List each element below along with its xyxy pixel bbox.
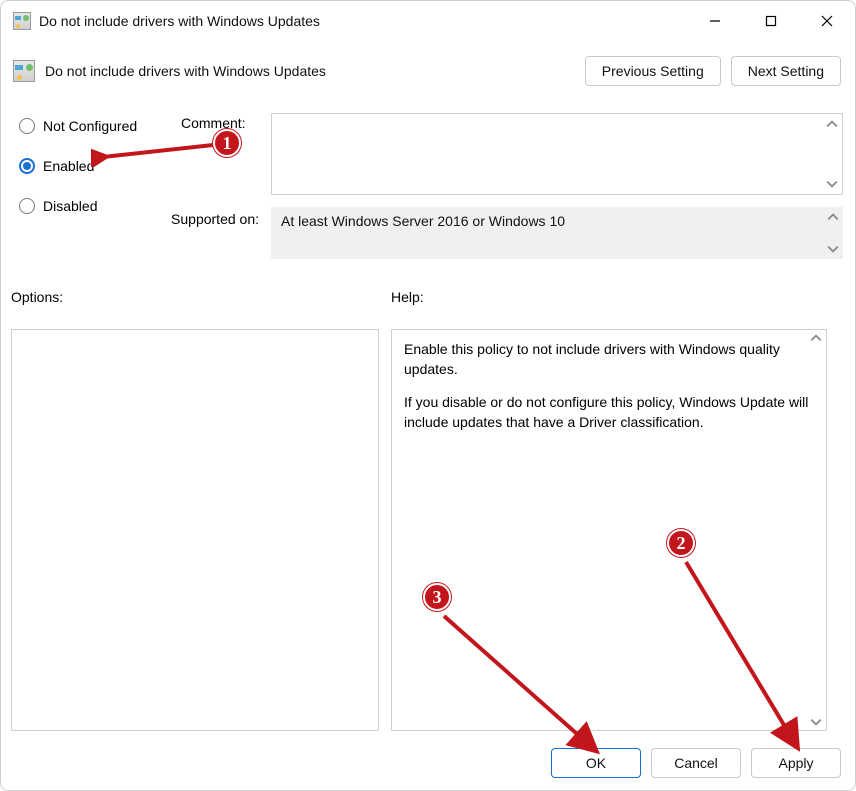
- ok-button[interactable]: OK: [551, 748, 641, 778]
- radio-label-disabled: Disabled: [43, 198, 97, 214]
- policy-dialog-window: Do not include drivers with Windows Upda…: [0, 0, 856, 791]
- header-row: Do not include drivers with Windows Upda…: [13, 51, 841, 91]
- next-setting-button[interactable]: Next Setting: [731, 56, 841, 86]
- minimize-icon: [709, 15, 721, 27]
- window-icon: [13, 12, 31, 30]
- annotation-badge-1: 1: [213, 129, 241, 157]
- options-label: Options:: [11, 289, 63, 305]
- comment-textarea[interactable]: [271, 113, 843, 195]
- comment-label: Comment:: [181, 115, 246, 131]
- radio-circle-icon: [19, 158, 35, 174]
- minimize-button[interactable]: [687, 1, 743, 41]
- help-paragraph-1: Enable this policy to not include driver…: [404, 340, 814, 379]
- dialog-buttons: OK Cancel Apply: [551, 748, 841, 778]
- titlebar: Do not include drivers with Windows Upda…: [1, 1, 855, 41]
- spacer: [404, 379, 814, 393]
- radio-label-enabled: Enabled: [43, 158, 94, 174]
- nav-buttons: Previous Setting Next Setting: [585, 56, 841, 86]
- radio-disabled[interactable]: Disabled: [19, 193, 169, 219]
- supported-on-value: At least Windows Server 2016 or Windows …: [281, 213, 565, 229]
- help-label: Help:: [391, 289, 424, 305]
- previous-setting-button[interactable]: Previous Setting: [585, 56, 721, 86]
- annotation-badge-2: 2: [667, 529, 695, 557]
- scroll-down-icon[interactable]: [824, 176, 840, 192]
- scroll-up-icon[interactable]: [824, 116, 840, 132]
- maximize-icon: [765, 15, 777, 27]
- radio-circle-icon: [19, 198, 35, 214]
- supported-on-text: At least Windows Server 2016 or Windows …: [271, 207, 843, 259]
- radio-not-configured[interactable]: Not Configured: [19, 113, 169, 139]
- state-radio-group: Not Configured Enabled Disabled: [19, 113, 169, 233]
- annotation-badge-3: 3: [423, 583, 451, 611]
- supported-on-label: Supported on:: [159, 211, 259, 227]
- options-panel: [11, 329, 379, 731]
- radio-enabled[interactable]: Enabled: [19, 153, 169, 179]
- help-paragraph-2: If you disable or do not configure this …: [404, 393, 814, 432]
- radio-label-not-configured: Not Configured: [43, 118, 137, 134]
- scroll-down-icon: [810, 716, 822, 728]
- maximize-button[interactable]: [743, 1, 799, 41]
- scroll-down-icon[interactable]: [825, 241, 841, 257]
- cancel-button[interactable]: Cancel: [651, 748, 741, 778]
- help-panel: Enable this policy to not include driver…: [391, 329, 827, 731]
- window-controls: [687, 1, 855, 41]
- close-icon: [821, 15, 833, 27]
- policy-title: Do not include drivers with Windows Upda…: [45, 63, 326, 79]
- radio-circle-icon: [19, 118, 35, 134]
- window-title: Do not include drivers with Windows Upda…: [39, 13, 320, 29]
- scroll-up-icon[interactable]: [825, 209, 841, 225]
- close-button[interactable]: [799, 1, 855, 41]
- scroll-up-icon: [810, 332, 822, 344]
- help-scrollbar[interactable]: [808, 332, 824, 728]
- apply-button[interactable]: Apply: [751, 748, 841, 778]
- policy-icon: [13, 60, 35, 82]
